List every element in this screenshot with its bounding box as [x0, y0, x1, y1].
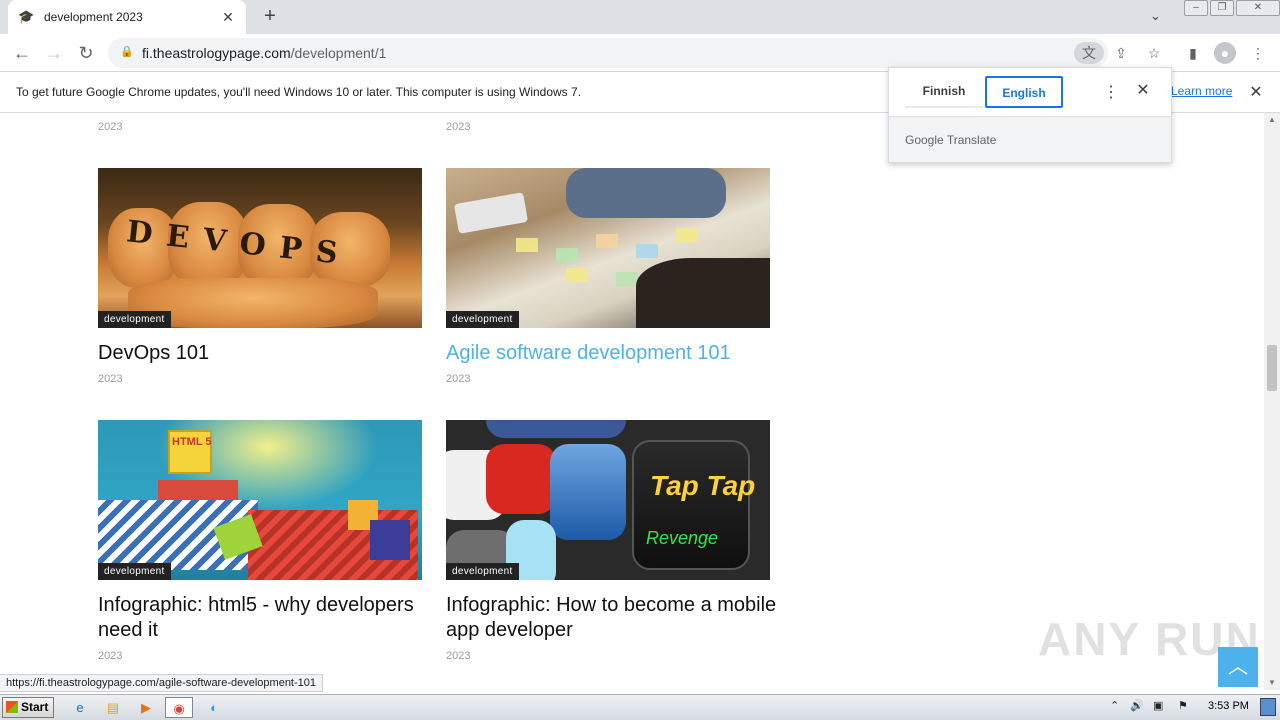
translate-footer: Google Translate	[889, 116, 1171, 162]
minimize-button[interactable]: –	[1184, 0, 1208, 16]
infobar-close-icon[interactable]: ✕	[1246, 82, 1266, 102]
edge-icon[interactable]: ◐	[200, 697, 228, 718]
media-player-icon[interactable]: ▶	[132, 697, 160, 718]
devops-image[interactable]: DEVOPS development	[98, 168, 422, 328]
category-badge[interactable]: development	[98, 563, 171, 580]
article-title[interactable]: DevOps 101	[98, 341, 438, 366]
tab-search-chevron-icon[interactable]: ⌄	[1150, 8, 1161, 24]
article-title[interactable]: Infographic: How to become a mobile app …	[446, 593, 786, 643]
tray-expand-icon[interactable]: ⌃	[1110, 699, 1119, 712]
windows-taskbar: Start e ▤ ▶ ◉ ◐ ⌃ 🔊 ▣ ⚑ 3:53 PM	[0, 694, 1280, 720]
revenge-text: Revenge	[646, 528, 719, 548]
window-controls: – ❐ ✕	[1182, 0, 1280, 18]
back-to-top-button[interactable]: ︿	[1218, 647, 1258, 687]
profile-avatar-icon[interactable]: ●	[1214, 42, 1236, 64]
chevron-up-icon: ︿	[1228, 656, 1248, 678]
address-bar[interactable]: 🔒 fi.theastrologypage.com/development/1 …	[108, 38, 1108, 68]
mobile-apps-image[interactable]: Tap Tap Revenge development	[446, 420, 770, 580]
page-content: 2023 2023 DEVOPS development DevOps 101 …	[0, 113, 1264, 690]
google-translate-label: Google Translate	[905, 133, 997, 147]
html5-image[interactable]: HTML 5 development	[98, 420, 422, 580]
source-language-tab[interactable]: Finnish	[905, 76, 983, 108]
article-year: 2023	[446, 373, 471, 385]
chrome-icon[interactable]: ◉	[165, 697, 193, 718]
scroll-down-icon[interactable]: ▼	[1264, 676, 1280, 690]
category-badge[interactable]: development	[446, 563, 519, 580]
translate-icon[interactable]: 文	[1074, 42, 1104, 64]
article-year: 2023	[98, 373, 123, 385]
article-year: 2023	[446, 650, 471, 662]
status-bar-url: https://fi.theastrologypage.com/agile-so…	[0, 674, 324, 692]
page-scrollbar[interactable]: ▲ ▼	[1264, 113, 1280, 690]
article-year: 2023	[98, 650, 123, 662]
volume-icon[interactable]: 🔊	[1130, 699, 1144, 712]
learn-more-link[interactable]: Learn more	[1171, 84, 1232, 98]
article-year: 2023	[98, 121, 123, 133]
tap-tap-text: Tap Tap	[650, 470, 756, 501]
article-year: 2023	[446, 121, 471, 133]
bookmark-star-icon[interactable]: ☆	[1143, 42, 1165, 64]
internet-explorer-icon[interactable]: e	[66, 697, 94, 718]
file-explorer-icon[interactable]: ▤	[99, 697, 127, 718]
scroll-up-icon[interactable]: ▲	[1264, 113, 1280, 127]
category-badge[interactable]: development	[98, 311, 171, 328]
back-arrow-icon[interactable]: ←	[10, 41, 34, 65]
lock-icon[interactable]: 🔒	[120, 45, 134, 61]
forward-arrow-icon[interactable]: →	[42, 41, 66, 65]
network-icon[interactable]: ▣	[1153, 699, 1163, 712]
side-panel-icon[interactable]: ▮	[1182, 42, 1204, 64]
article-title[interactable]: Infographic: html5 - why developers need…	[98, 593, 438, 643]
action-center-flag-icon[interactable]: ⚑	[1178, 699, 1188, 712]
translate-popup: Finnish English ⋮ ✕ Google Translate	[888, 67, 1172, 163]
translate-close-icon[interactable]: ✕	[1133, 80, 1153, 100]
tab-development[interactable]: 🎓 development 2023 ✕	[8, 0, 246, 34]
article-title[interactable]: Agile software development 101	[446, 341, 786, 366]
menu-kebab-icon[interactable]: ⋮	[1247, 42, 1269, 64]
tab-strip: 🎓 development 2023 ✕ + ⌄ – ❐ ✕	[0, 0, 1280, 34]
start-button[interactable]: Start	[2, 697, 54, 718]
url-text[interactable]: fi.theastrologypage.com/development/1	[142, 45, 386, 61]
translate-options-icon[interactable]: ⋮	[1101, 82, 1121, 102]
target-language-tab[interactable]: English	[985, 76, 1063, 108]
new-tab-button[interactable]: +	[258, 5, 282, 29]
tab-title: development 2023	[44, 10, 143, 24]
scroll-thumb[interactable]	[1267, 345, 1277, 391]
taskbar-clock[interactable]: 3:53 PM	[1208, 700, 1249, 712]
graduation-cap-icon: 🎓	[18, 9, 35, 24]
share-icon[interactable]: ⇪	[1110, 42, 1132, 64]
category-badge[interactable]: development	[446, 311, 519, 328]
reload-icon[interactable]: ↻	[74, 41, 98, 65]
window-close-button[interactable]: ✕	[1236, 0, 1280, 16]
agile-image[interactable]: development	[446, 168, 770, 328]
restore-button[interactable]: ❐	[1210, 0, 1234, 16]
show-desktop-button[interactable]	[1260, 698, 1276, 716]
tab-close-icon[interactable]: ✕	[220, 9, 236, 26]
infobar-message: To get future Google Chrome updates, you…	[16, 85, 582, 99]
windows-logo-icon	[6, 701, 18, 713]
html5-badge-text: HTML 5	[172, 436, 212, 448]
